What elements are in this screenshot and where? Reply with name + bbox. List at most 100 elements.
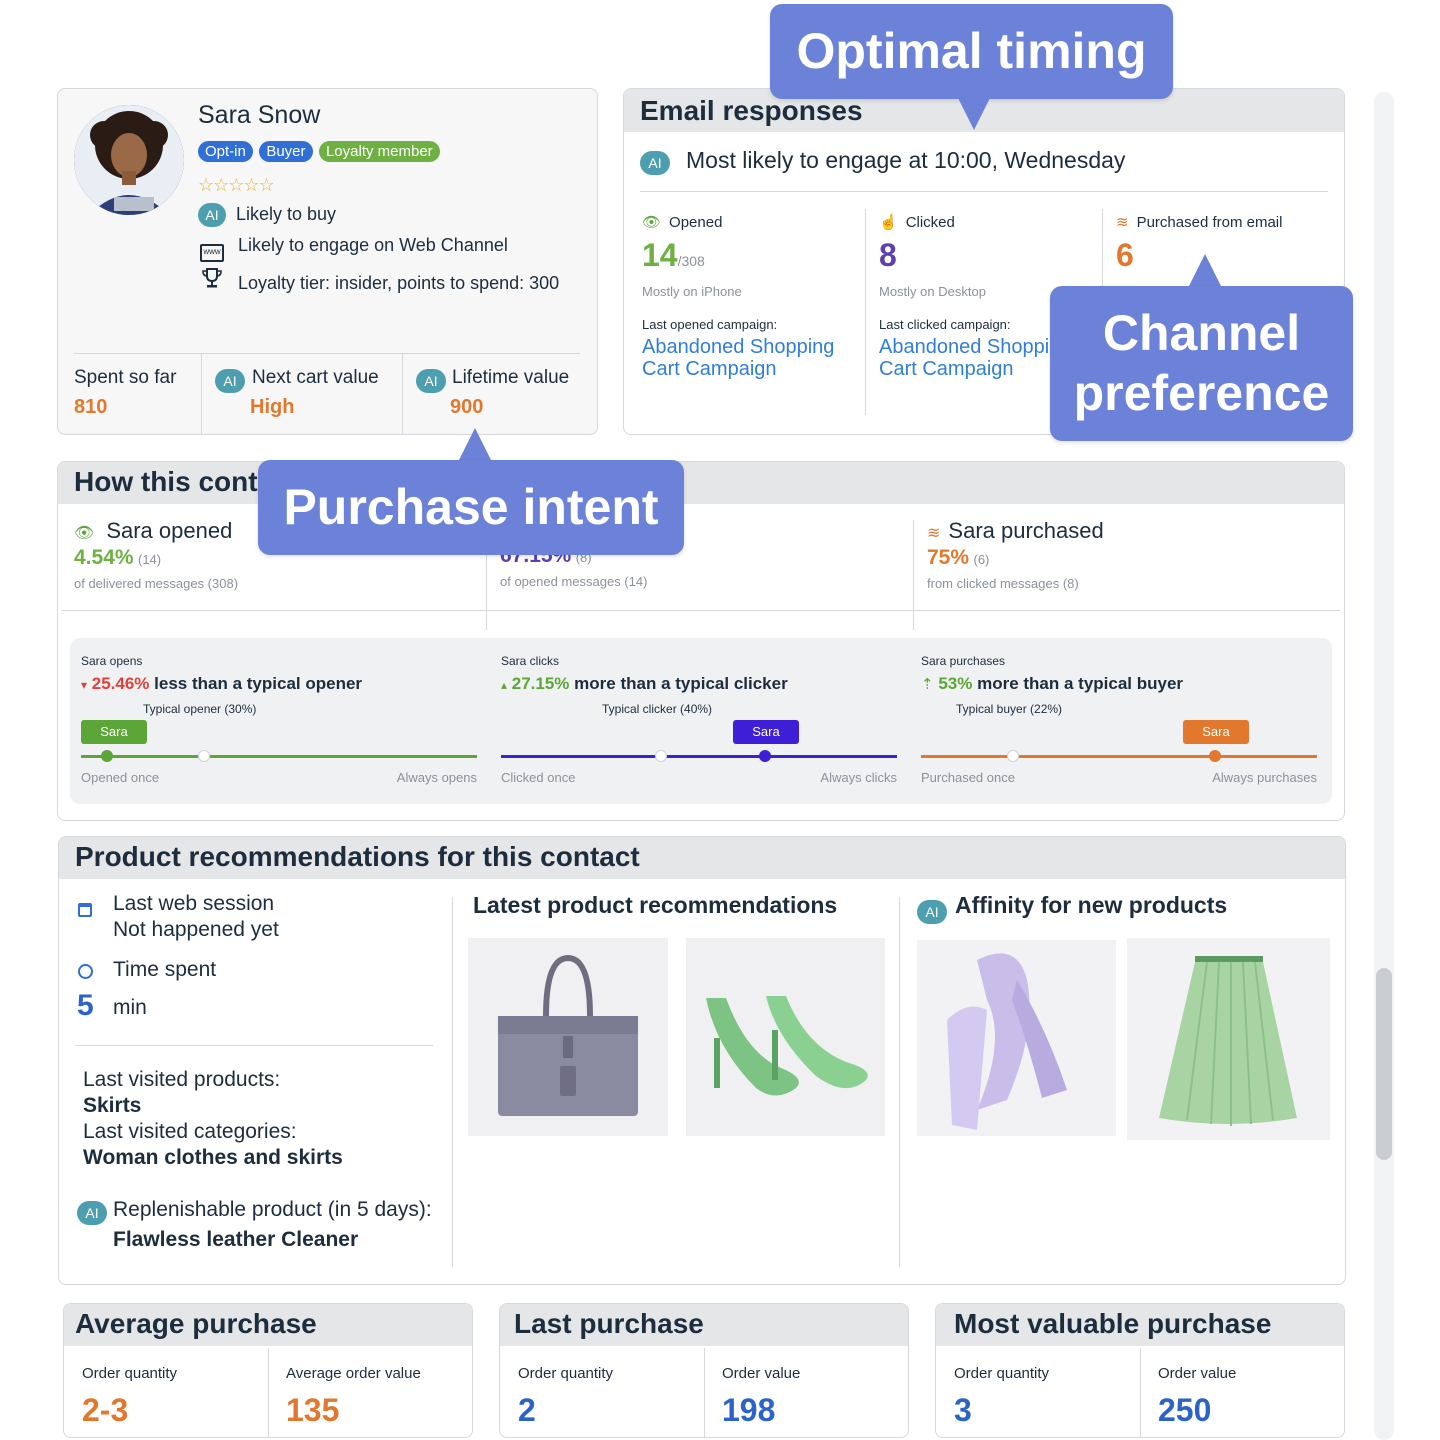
arrow-up-icon: ⇡ bbox=[921, 676, 934, 693]
spent-value: 810 bbox=[74, 396, 108, 418]
callout-pointer bbox=[1189, 254, 1221, 286]
sara-purchased-stat: ≋ Sara purchased 75% (6) from clicked mes… bbox=[927, 518, 1104, 591]
arrow-down-icon: ▾ bbox=[81, 678, 88, 692]
average-purchase-card: Average purchase Order quantity 2-3 Aver… bbox=[63, 1303, 473, 1438]
eye-icon: 👁 bbox=[74, 525, 95, 542]
next-cart-label: Next cart value bbox=[252, 367, 379, 388]
clicked-label: Clicked bbox=[905, 214, 955, 231]
pointer-hand-icon: ☝ bbox=[879, 214, 898, 231]
last-session-value: Not happened yet bbox=[113, 918, 279, 941]
sara-marker-flag: Sara bbox=[81, 720, 147, 744]
typical-marker-dot bbox=[655, 750, 667, 762]
clicked-device-note: Mostly on Desktop bbox=[879, 284, 986, 299]
last-session-label: Last web session bbox=[113, 892, 275, 915]
eye-icon: 👁 bbox=[642, 214, 662, 231]
callout-purchase-intent: Purchase intent bbox=[258, 460, 684, 555]
insight-text: Likely to engage on Web Channel bbox=[238, 235, 508, 255]
clicked-campaign-label: Last clicked campaign: bbox=[879, 317, 1011, 332]
opened-stat: 👁 Opened 14/308 Mostly on iPhone Last ope… bbox=[642, 213, 834, 380]
avatar bbox=[74, 105, 184, 215]
last-purchase-card: Last purchase Order quantity 2 Order val… bbox=[499, 1303, 909, 1438]
opened-total: /308 bbox=[677, 253, 705, 269]
ai-badge-icon: AI bbox=[77, 1201, 107, 1225]
callout-optimal-timing: Optimal timing bbox=[770, 4, 1173, 99]
opened-campaign-label: Last opened campaign: bbox=[642, 317, 778, 332]
lifetime-value: 900 bbox=[450, 396, 484, 418]
engage-time-text: Most likely to engage at 10:00, Wednesda… bbox=[686, 147, 1126, 173]
sara-marker-flag: Sara bbox=[1183, 720, 1249, 744]
callout-pointer bbox=[459, 428, 491, 460]
last-visited-categories-label: Last visited categories: bbox=[83, 1120, 297, 1143]
compare-purchases: Sara purchases ⇡ 53% more than a typical… bbox=[921, 654, 1317, 785]
profile-card: Sara Snow Opt-in Buyer Loyalty member ☆☆… bbox=[57, 88, 598, 435]
product-recommendations-card: Product recommendations for this contact… bbox=[58, 836, 1346, 1285]
last-visited-products-value: Skirts bbox=[83, 1094, 142, 1117]
purchased-value: 6 bbox=[1116, 237, 1134, 273]
replenish-label: Replenishable product (in 5 days): bbox=[113, 1198, 432, 1221]
insight-text: Loyalty tier: insider, points to spend: … bbox=[238, 273, 560, 293]
sara-marker-flag: Sara bbox=[733, 720, 799, 744]
spent-label: Spent so far bbox=[74, 367, 177, 388]
engagement-card: How this conta 👁 Sara opened 4.54% (14) o… bbox=[57, 461, 1345, 821]
insight-text: Likely to buy bbox=[236, 204, 337, 224]
opened-device-note: Mostly on iPhone bbox=[642, 284, 742, 299]
badge-row: Opt-in Buyer Loyalty member bbox=[198, 141, 442, 162]
product-image-heels[interactable] bbox=[686, 938, 885, 1136]
opened-value: 14 bbox=[642, 237, 678, 273]
product-image-scarf[interactable] bbox=[917, 940, 1116, 1136]
last-visited-categories-value: Woman clothes and skirts bbox=[83, 1146, 343, 1169]
vertical-scrollbar[interactable] bbox=[1374, 92, 1394, 1440]
ai-badge-icon: AI bbox=[215, 369, 245, 393]
sara-opened-stat: 👁 Sara opened 4.54% (14) of delivered mes… bbox=[74, 518, 239, 591]
engagement-title: How this conta bbox=[58, 462, 1344, 504]
compare-clicks: Sara clicks ▴ 27.15% more than a typical… bbox=[501, 654, 897, 785]
affinity-title: Affinity for new products bbox=[955, 892, 1228, 918]
clicked-stat: ☝ Clicked 8 Mostly on Desktop Last clicke… bbox=[879, 213, 1049, 380]
coins-icon: ≋ bbox=[927, 525, 941, 542]
insight-likely-buy: AI Likely to buy bbox=[198, 203, 336, 227]
lifetime-label: Lifetime value bbox=[452, 367, 570, 388]
trophy-icon bbox=[202, 267, 222, 294]
badge-opt-in: Opt-in bbox=[198, 141, 253, 162]
sara-marker-dot bbox=[759, 750, 771, 762]
arrow-up-icon: ▴ bbox=[501, 678, 508, 692]
product-image-skirt[interactable] bbox=[1127, 938, 1330, 1140]
sara-marker-dot bbox=[1209, 750, 1221, 762]
ai-badge-icon: AI bbox=[198, 203, 226, 227]
ai-badge-icon: AI bbox=[640, 151, 670, 175]
comparison-panel: Sara opens ▾ 25.46% less than a typical … bbox=[70, 638, 1332, 804]
product-recommendations-title: Product recommendations for this contact bbox=[59, 837, 1345, 879]
badge-loyalty: Loyalty member bbox=[318, 141, 440, 162]
rating-stars: ☆☆☆☆☆ bbox=[198, 175, 275, 195]
replenish-value: Flawless leather Cleaner bbox=[113, 1228, 359, 1251]
callout-channel-preference: Channel preference bbox=[1050, 286, 1353, 441]
latest-recommendations-title: Latest product recommendations bbox=[473, 892, 838, 918]
time-spent-label: Time spent bbox=[113, 958, 217, 981]
last-visited-products-label: Last visited products: bbox=[83, 1068, 281, 1091]
coins-icon: ≋ bbox=[1116, 214, 1129, 231]
clicked-value: 8 bbox=[879, 237, 897, 273]
scrollbar-thumb[interactable] bbox=[1376, 968, 1392, 1160]
callout-pointer bbox=[958, 98, 990, 130]
opened-campaign-link[interactable]: Abandoned Shopping Cart Campaign bbox=[642, 336, 834, 380]
insight-loyalty: Loyalty tier: insider, points to spend: … bbox=[202, 267, 559, 294]
product-image-handbag[interactable] bbox=[468, 938, 668, 1136]
web-icon: www bbox=[200, 244, 224, 262]
ai-badge-icon: AI bbox=[416, 369, 446, 393]
calendar-icon bbox=[78, 903, 92, 917]
purchased-label: Purchased from email bbox=[1136, 214, 1283, 231]
contact-name: Sara Snow bbox=[198, 101, 321, 129]
typical-marker-dot bbox=[1007, 750, 1019, 762]
time-spent-unit: min bbox=[113, 996, 147, 1019]
typical-marker-dot bbox=[198, 750, 210, 762]
sara-marker-dot bbox=[101, 750, 113, 762]
next-cart-value: High bbox=[250, 396, 295, 418]
ai-badge-icon: AI bbox=[917, 900, 947, 924]
most-valuable-purchase-card: Most valuable purchase Order quantity 3 … bbox=[935, 1303, 1345, 1438]
opened-label: Opened bbox=[669, 214, 723, 231]
clock-icon bbox=[78, 964, 93, 979]
time-spent-value: 5 bbox=[77, 989, 94, 1022]
clicked-campaign-link[interactable]: Abandoned Shoppi Cart Campaign bbox=[879, 336, 1049, 380]
badge-buyer: Buyer bbox=[259, 141, 313, 162]
insight-web-channel: www Likely to engage on Web Channel bbox=[200, 235, 508, 262]
